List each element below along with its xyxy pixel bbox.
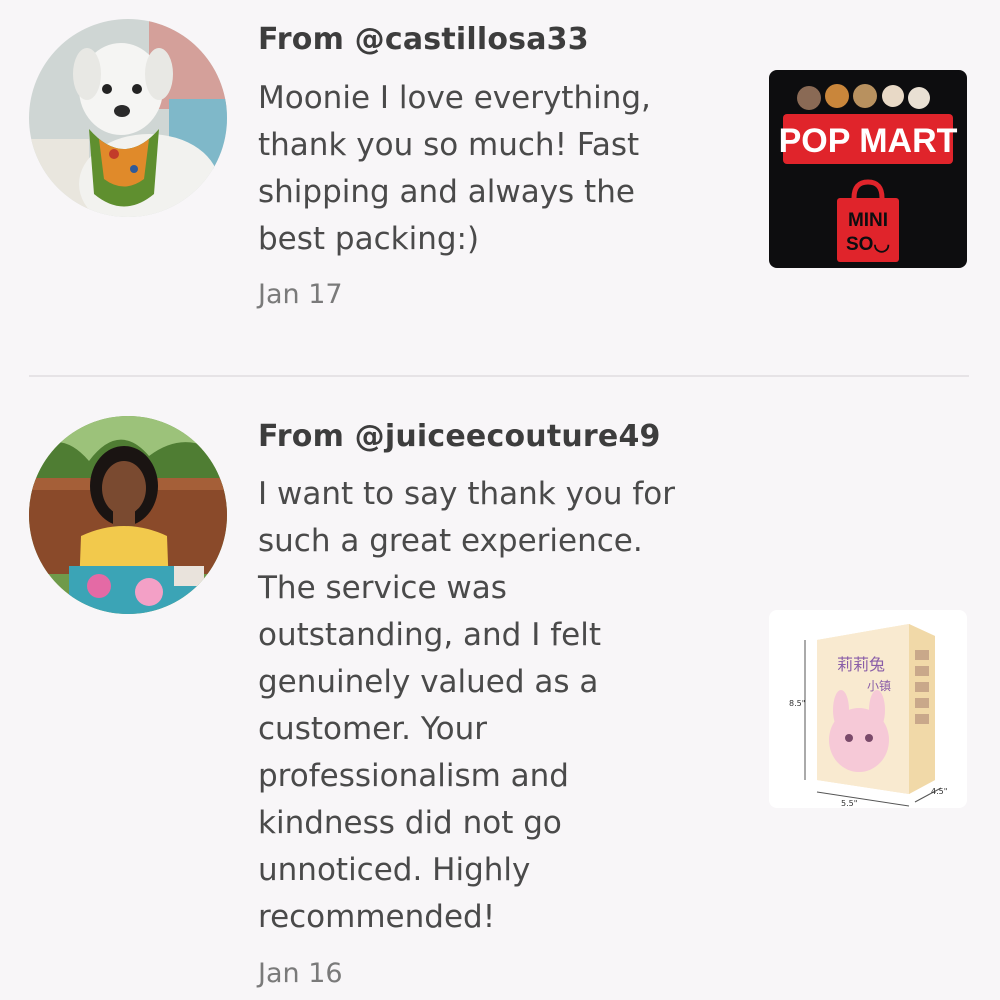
review-message-line: such a great experience. bbox=[258, 523, 643, 559]
review-message: I want to say thank you for such a great… bbox=[258, 471, 728, 941]
svg-text:莉莉兔: 莉莉兔 bbox=[837, 655, 885, 674]
popmart-miniso-logo-icon: POP MART MINI SO◡ bbox=[769, 70, 967, 268]
review-message-line: unnoticed. Highly bbox=[258, 852, 531, 888]
review-date: Jan 16 bbox=[258, 958, 343, 989]
review-message-line: I want to say thank you for bbox=[258, 476, 676, 512]
review-author[interactable]: From @juiceecouture49 bbox=[258, 419, 661, 454]
review-message-line: professionalism and bbox=[258, 758, 569, 794]
review-message: Moonie I love everything, thank you so m… bbox=[258, 75, 728, 263]
review-message-line: Moonie I love everything, bbox=[258, 80, 651, 116]
dimension-width: 5.5" bbox=[841, 799, 857, 808]
popmart-text: POP MART bbox=[779, 122, 958, 160]
review-message-line: The service was bbox=[258, 570, 507, 606]
review-message-line: thank you so much! Fast bbox=[258, 127, 640, 163]
miniso-text-1: MINI bbox=[848, 210, 888, 231]
woman-avatar-icon bbox=[29, 416, 227, 614]
review-message-line: best packing:) bbox=[258, 221, 480, 257]
reviewer-avatar[interactable] bbox=[29, 19, 227, 217]
review-message-line: outstanding, and I felt bbox=[258, 617, 601, 653]
review-message-line: genuinely valued as a bbox=[258, 664, 599, 700]
review-message-line: shipping and always the bbox=[258, 174, 635, 210]
review-date: Jan 17 bbox=[258, 279, 343, 310]
miniso-text-2: SO◡ bbox=[846, 234, 890, 255]
review-message-line: customer. Your bbox=[258, 711, 488, 747]
review-divider bbox=[29, 375, 969, 377]
review-message-line: kindness did not go bbox=[258, 805, 562, 841]
blind-box-product-icon: 莉莉兔 小镇 8.5" 5.5" 4.5" bbox=[769, 610, 967, 808]
dog-avatar-icon bbox=[29, 19, 227, 217]
order-thumbnail[interactable]: 莉莉兔 小镇 8.5" 5.5" 4.5" bbox=[769, 610, 967, 808]
dimension-height: 8.5" bbox=[789, 699, 805, 708]
order-thumbnail[interactable]: POP MART MINI SO◡ bbox=[769, 70, 967, 268]
dimension-depth: 4.5" bbox=[931, 787, 947, 796]
reviewer-avatar[interactable] bbox=[29, 416, 227, 614]
review-message-line: recommended! bbox=[258, 899, 496, 935]
reviews-page: From @castillosa33 Moonie I love everyth… bbox=[0, 0, 1000, 1000]
review-author[interactable]: From @castillosa33 bbox=[258, 22, 589, 57]
